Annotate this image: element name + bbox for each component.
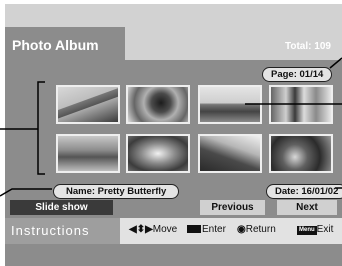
callout-line-name xyxy=(0,188,52,197)
callout-line-page xyxy=(329,57,342,69)
thumbnail-bracket-left xyxy=(37,81,45,175)
callout-lines xyxy=(0,57,342,197)
